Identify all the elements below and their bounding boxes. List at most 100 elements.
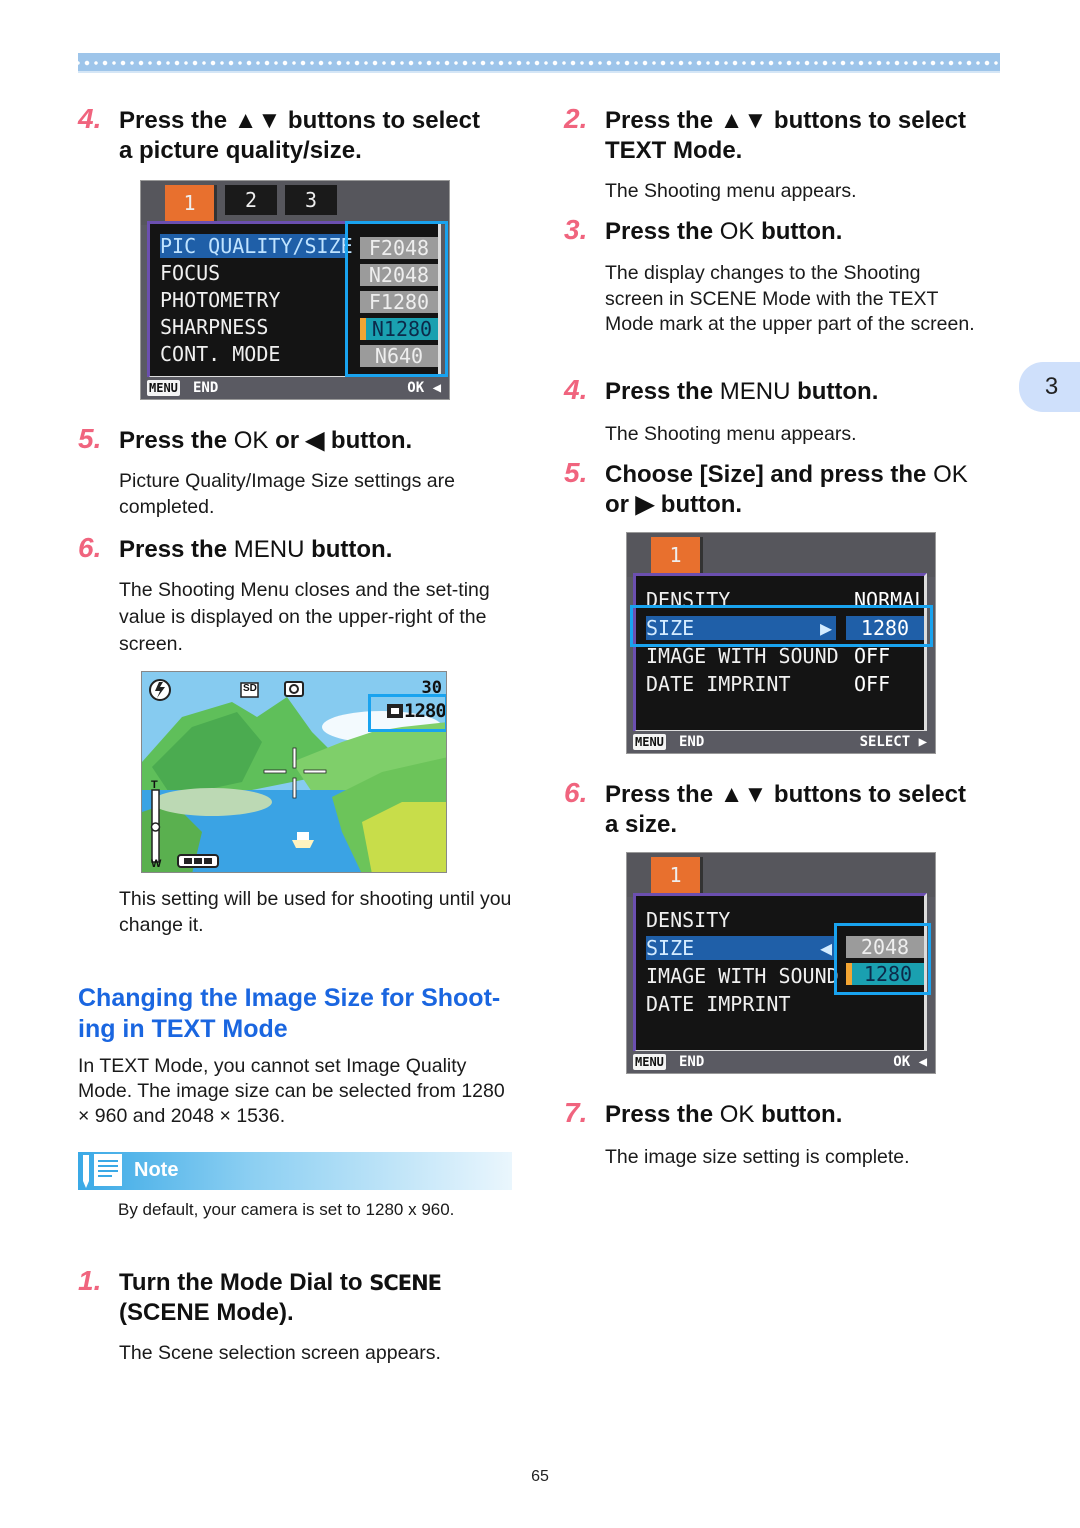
up-down-arrow-icon: ▲▼ xyxy=(719,107,768,134)
camera-menu-screen-size-options: 1 DENSITY SIZE ◀ IMAGE WITH SOUND DATE IM… xyxy=(626,852,936,1074)
setting-value: OFF xyxy=(854,672,891,696)
step-1-mode-dial: 1. Turn the Mode Dial to SCENE (SCENE Mo… xyxy=(78,1265,528,1366)
end-label: END xyxy=(193,380,219,396)
setting-value: OFF xyxy=(854,644,891,668)
menu-row: DATE IMPRINT xyxy=(646,672,791,696)
scene-mode-mark: SCENE xyxy=(369,1271,442,1295)
heading-text: Turn the Mode Dial to xyxy=(119,1269,370,1296)
menu-button-label: MENU xyxy=(233,536,305,563)
left-arrow-icon: ◀ xyxy=(819,936,832,960)
menu-row: SHARPNESS xyxy=(160,315,269,339)
step-description: The Scene selection screen appears. xyxy=(119,1342,441,1364)
step-description: Picture Quality/Image Size settings are … xyxy=(119,470,455,518)
menu-body: DENSITY SIZE ▶ IMAGE WITH SOUND DATE IMPR… xyxy=(633,573,927,733)
end-label: END xyxy=(679,1054,705,1070)
right-arrow-icon: ▶ xyxy=(635,491,655,518)
heading-text: button. xyxy=(654,491,743,518)
step-heading: 5. Choose [Size] and press the OK or ▶ b… xyxy=(564,458,1004,520)
heading-text: button. xyxy=(790,378,879,405)
step-description: This setting will be used for shooting u… xyxy=(119,888,512,936)
heading-text: button. xyxy=(324,427,413,454)
heading-text: button. xyxy=(754,1101,843,1128)
heading-text: Press the xyxy=(119,427,234,454)
menu-tab-3: 3 xyxy=(285,185,337,215)
step-heading: 1. Turn the Mode Dial to SCENE (SCENE Mo… xyxy=(78,1265,528,1328)
step-heading: 4. Press the MENU button. xyxy=(564,374,1004,407)
step-2-select-text-mode: 2. Press the ▲▼ buttons to select TEXT M… xyxy=(564,103,1004,204)
highlight-box xyxy=(368,694,446,732)
note-icon xyxy=(83,1154,122,1188)
zoom-tele-label: T xyxy=(151,779,158,791)
heading-text: Press the xyxy=(119,536,234,563)
menu-footer: MENU END OK ◀ xyxy=(627,1051,935,1073)
step-7-press-ok: 7. Press the OK button. The image size s… xyxy=(564,1098,1004,1170)
step-number: 2. xyxy=(564,103,588,134)
camera-menu-screen-text-mode: 1 DENSITY SIZE ▶ IMAGE WITH SOUND DATE IM… xyxy=(626,532,936,754)
section-body: In TEXT Mode, you cannot set Image Quali… xyxy=(78,1055,505,1127)
ok-button-label: OK xyxy=(933,461,968,488)
menu-button-label: MENU xyxy=(719,378,791,405)
step-number: 5. xyxy=(78,423,102,454)
step-heading: 6. Press the ▲▼ buttons to select a size… xyxy=(564,777,1004,840)
step-description: The image size setting is complete. xyxy=(605,1146,910,1168)
camera-menu-screen-quality: 1 2 3 PIC QUALITY/SIZE ◀ FOCUS PHOTOMETR… xyxy=(140,180,450,400)
heading-text: or xyxy=(605,491,636,518)
chapter-tab: 3 xyxy=(1019,362,1080,412)
header-decorative-band xyxy=(78,53,1000,73)
menu-row: IMAGE WITH SOUND xyxy=(646,644,839,668)
heading-text: Choose [Size] and press the xyxy=(605,461,934,488)
note-header: Note xyxy=(78,1152,512,1190)
step-heading: 3. Press the OK button. xyxy=(564,214,1004,247)
step-number: 6. xyxy=(564,777,588,808)
step-number: 1. xyxy=(78,1265,102,1296)
menu-row: FOCUS xyxy=(160,261,221,285)
menu-footer: MENU END OK ◀ xyxy=(141,377,449,399)
menu-footer: MENU END SELECT ▶ xyxy=(627,731,935,753)
menu-row: DATE IMPRINT xyxy=(646,992,791,1016)
heading-text: a size. xyxy=(605,811,678,838)
step-6-select-size: 6. Press the ▲▼ buttons to select a size… xyxy=(564,777,1004,840)
heading-text: TEXT Mode. xyxy=(605,137,743,164)
menu-button-label: MENU xyxy=(633,734,666,750)
step-number: 4. xyxy=(564,374,588,405)
up-down-arrow-icon: ▲▼ xyxy=(233,107,282,134)
step-description: The display changes to the Shooting scre… xyxy=(605,262,975,335)
step-number: 3. xyxy=(564,214,588,245)
step-5-choose-size: 5. Choose [Size] and press the OK or ▶ b… xyxy=(564,458,1004,520)
heading-text: Press the xyxy=(605,218,720,245)
heading-text: button. xyxy=(754,218,843,245)
menu-tabs: 1 2 3 xyxy=(141,181,449,229)
menu-button-label: MENU xyxy=(633,1054,666,1070)
step-heading: 5. Press the OK or ◀ button. xyxy=(78,423,528,456)
ok-button-label: OK xyxy=(719,1101,755,1128)
highlight-box xyxy=(834,923,931,995)
heading-text: or xyxy=(268,427,306,454)
note-label: Note xyxy=(134,1159,179,1181)
ok-button-label: OK xyxy=(233,427,269,454)
menu-row: CONT. MODE xyxy=(160,342,281,366)
step-5-press-ok: 5. Press the OK or ◀ button. Picture Qua… xyxy=(78,423,528,520)
menu-tabs: 1 xyxy=(627,853,935,901)
menu-row-selected: PIC QUALITY/SIZE ◀ xyxy=(160,234,377,258)
page-number: 65 xyxy=(531,1468,549,1485)
heading-text: (SCENE Mode). xyxy=(119,1299,294,1326)
up-down-arrow-icon: ▲▼ xyxy=(719,781,768,808)
ok-back-label: OK ◀ xyxy=(407,380,441,396)
select-label: SELECT ▶ xyxy=(859,734,927,750)
step-4-select-quality: 4. Press the ▲▼ buttons to select a pict… xyxy=(78,104,528,166)
step-heading: 7. Press the OK button. xyxy=(564,1098,1004,1130)
heading-text: Press the xyxy=(605,1101,720,1128)
menu-tabs: 1 xyxy=(627,533,935,581)
step-number: 6. xyxy=(78,532,102,563)
section-title: Changing the Image Size for Shoot-ing in… xyxy=(78,984,501,1043)
menu-row: IMAGE WITH SOUND xyxy=(646,964,839,988)
heading-text: Press the xyxy=(119,107,234,134)
menu-row: DENSITY xyxy=(646,908,731,932)
step-heading: 4. Press the ▲▼ buttons to select a pict… xyxy=(78,104,528,166)
step-description: The Shooting menu appears. xyxy=(605,180,857,202)
heading-text: buttons to select xyxy=(767,781,966,808)
step-6-press-menu: 6. Press the MENU button. The Shooting M… xyxy=(78,532,528,658)
step-description: The Shooting menu appears. xyxy=(605,423,857,445)
heading-text: Press the xyxy=(605,781,720,808)
heading-text: a picture quality/size. xyxy=(119,137,362,164)
